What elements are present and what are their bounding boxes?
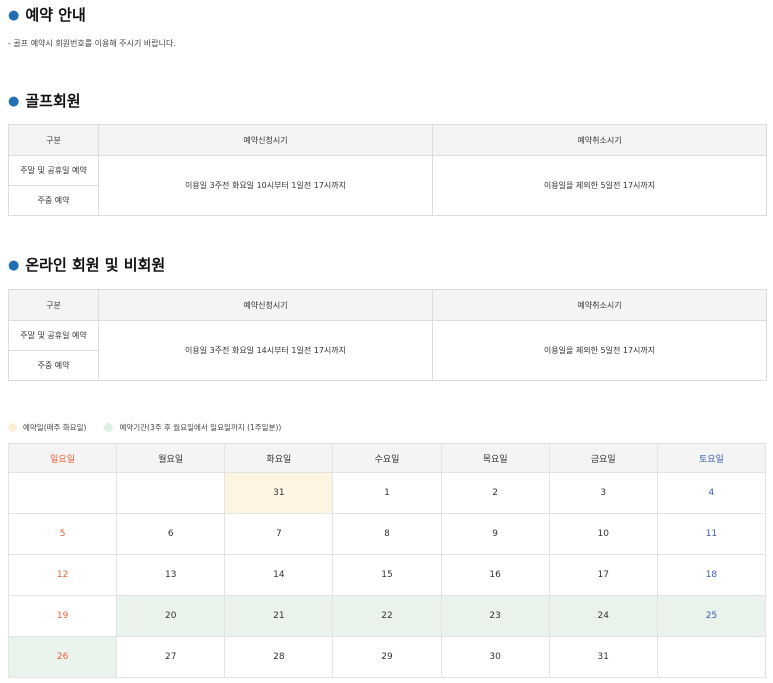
calendar-legend: 예약일(매주 화요일) 예약기간(3주 후 월요일에서 일요일까지 (1주일분)…: [8, 422, 299, 433]
calendar-day-cell[interactable]: 31: [224, 472, 334, 514]
reservation-guide-title: 예약 안내: [25, 6, 86, 24]
section-title-golf-member: ● 골프회원: [8, 90, 81, 111]
calendar-day-cell[interactable]: 10: [548, 513, 658, 555]
table-row: 주말 및 공휴일 예약 이용일 3주전 화요일 10시부터 1일전 17시까지 …: [8, 155, 767, 216]
calendar-week-row: 31 1 2 3 4: [7, 472, 767, 514]
table-header-row: 구분 예약신청시기 예약취소시기: [8, 289, 767, 321]
golf-member-title: 골프회원: [25, 92, 81, 110]
legend-reservation-day-label: 예약일(매주 화요일): [23, 423, 87, 432]
calendar-day-cell[interactable]: 7: [224, 513, 334, 555]
legend-reservation-period: 예약기간(3주 후 월요일에서 일요일까지 (1주일분)): [104, 422, 281, 433]
calendar-week-row: 26 27 28 29 30 31: [7, 636, 767, 678]
calendar-day-cell[interactable]: 5: [7, 513, 118, 555]
calendar-day-cell: [116, 472, 226, 514]
cancel-period-cell: 이용일을 제외한 5일전 17시까지: [432, 320, 767, 381]
weekday-header: 일요일: [7, 443, 118, 473]
calendar-day-cell: [7, 472, 118, 514]
row-weekday: 주중 예약: [8, 350, 99, 381]
calendar-day-cell[interactable]: 1: [332, 472, 442, 514]
weekday-header: 토요일: [656, 443, 767, 473]
header-category: 구분: [8, 289, 99, 321]
header-category: 구분: [8, 124, 99, 156]
bullet-icon: ●: [8, 8, 20, 23]
calendar-day-cell[interactable]: 26: [7, 636, 118, 678]
header-apply-period: 예약신청시기: [98, 124, 433, 156]
calendar-day-cell[interactable]: 12: [7, 554, 118, 596]
calendar-day-cell: [656, 636, 767, 678]
calendar-day-cell[interactable]: 11: [656, 513, 767, 555]
reservation-calendar: 일요일 월요일 화요일 수요일 목요일 금요일 토요일 31 1 2 3 4 5 6 7 8 9 10 11 12 1…: [7, 443, 767, 678]
weekday-header: 월요일: [116, 443, 226, 473]
online-member-title: 온라인 회원 및 비회원: [25, 256, 166, 274]
header-apply-period: 예약신청시기: [98, 289, 433, 321]
calendar-day-cell[interactable]: 6: [116, 513, 226, 555]
calendar-day-cell[interactable]: 28: [224, 636, 334, 678]
apply-period-cell: 이용일 3주전 화요일 14시부터 1일전 17시까지: [98, 320, 433, 381]
calendar-day-cell[interactable]: 16: [440, 554, 550, 596]
calendar-day-cell[interactable]: 15: [332, 554, 442, 596]
section-title-reservation-guide: ● 예약 안내: [8, 4, 86, 25]
calendar-day-cell[interactable]: 20: [116, 595, 226, 637]
row-weekday: 주중 예약: [8, 185, 99, 216]
legend-reservation-day: 예약일(매주 화요일): [8, 422, 86, 433]
cancel-period-cell: 이용일을 제외한 5일전 17시까지: [432, 155, 767, 216]
calendar-day-cell[interactable]: 29: [332, 636, 442, 678]
calendar-day-cell[interactable]: 31: [548, 636, 658, 678]
calendar-day-cell[interactable]: 3: [548, 472, 658, 514]
bullet-icon: ●: [8, 94, 20, 109]
calendar-day-cell[interactable]: 9: [440, 513, 550, 555]
apply-period-cell: 이용일 3주전 화요일 10시부터 1일전 17시까지: [98, 155, 433, 216]
section-title-online-member: ● 온라인 회원 및 비회원: [8, 254, 165, 275]
calendar-day-cell[interactable]: 25: [656, 595, 767, 637]
calendar-day-cell[interactable]: 24: [548, 595, 658, 637]
calendar-day-cell[interactable]: 27: [116, 636, 226, 678]
calendar-day-cell[interactable]: 8: [332, 513, 442, 555]
calendar-day-cell[interactable]: 19: [7, 595, 118, 637]
reservation-day-swatch-icon: [8, 423, 17, 432]
row-weekend: 주말 및 공휴일 예약: [8, 155, 99, 186]
table-row: 주말 및 공휴일 예약 이용일 3주전 화요일 14시부터 1일전 17시까지 …: [8, 320, 767, 381]
calendar-day-cell[interactable]: 22: [332, 595, 442, 637]
calendar-day-cell[interactable]: 13: [116, 554, 226, 596]
reservation-period-swatch-icon: [104, 423, 114, 432]
header-cancel-period: 예약취소시기: [432, 124, 767, 156]
table-header-row: 구분 예약신청시기 예약취소시기: [8, 124, 767, 156]
weekday-header: 화요일: [224, 443, 334, 473]
weekday-header: 금요일: [548, 443, 658, 473]
calendar-day-cell[interactable]: 17: [548, 554, 658, 596]
page: ● 예약 안내 - 골프 예약시 회원번호를 이용해 주시기 바랍니다. ● 골프회…: [0, 0, 773, 683]
row-weekend: 주말 및 공휴일 예약: [8, 320, 99, 351]
calendar-day-cell[interactable]: 21: [224, 595, 334, 637]
weekday-header: 목요일: [440, 443, 550, 473]
weekday-header: 수요일: [332, 443, 442, 473]
calendar-weekday-row: 일요일 월요일 화요일 수요일 목요일 금요일 토요일: [7, 443, 767, 473]
calendar-day-cell[interactable]: 4: [656, 472, 767, 514]
bullet-icon: ●: [8, 258, 20, 273]
calendar-day-cell[interactable]: 14: [224, 554, 334, 596]
calendar-week-row: 5 6 7 8 9 10 11: [7, 513, 767, 555]
online-member-table: 구분 예약신청시기 예약취소시기 주말 및 공휴일 예약 이용일 3주전 화요일…: [8, 289, 767, 381]
calendar-day-cell[interactable]: 23: [440, 595, 550, 637]
reservation-note: - 골프 예약시 회원번호를 이용해 주시기 바랍니다.: [8, 39, 176, 48]
calendar-day-cell[interactable]: 18: [656, 554, 767, 596]
legend-reservation-period-label: 예약기간(3주 후 월요일에서 일요일까지 (1주일분)): [119, 423, 282, 432]
calendar-day-cell[interactable]: 30: [440, 636, 550, 678]
calendar-day-cell[interactable]: 2: [440, 472, 550, 514]
header-cancel-period: 예약취소시기: [432, 289, 767, 321]
calendar-week-row: 19 20 21 22 23 24 25: [7, 595, 767, 637]
golf-member-table: 구분 예약신청시기 예약취소시기 주말 및 공휴일 예약 이용일 3주전 화요일…: [8, 124, 767, 216]
calendar-week-row: 12 13 14 15 16 17 18: [7, 554, 767, 596]
